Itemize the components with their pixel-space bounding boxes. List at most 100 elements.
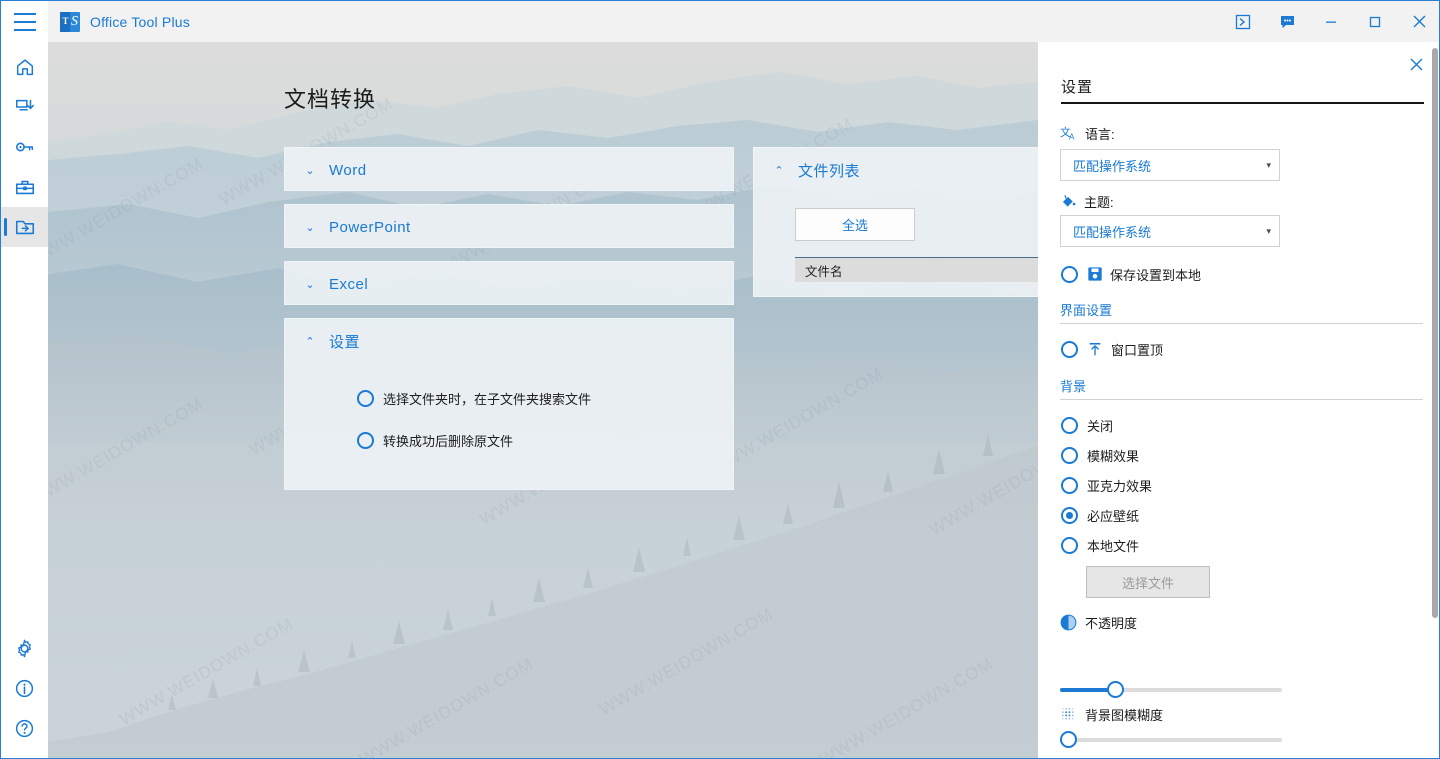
chevron-down-icon: ▾: [1266, 159, 1271, 170]
file-list-header[interactable]: ⌃ 文件列表: [754, 148, 1038, 192]
minimize-button[interactable]: [1309, 1, 1353, 42]
maximize-icon: [1369, 16, 1381, 27]
download-monitor-icon: [15, 99, 34, 111]
sidebar-item-document-convert[interactable]: [1, 207, 48, 247]
chevron-up-icon: ⌃: [774, 164, 784, 177]
background-option-bing-wallpaper[interactable]: 必应壁纸: [1061, 500, 1139, 530]
background-option-label: 关闭: [1087, 418, 1114, 434]
sidebar-item-help[interactable]: [1, 708, 48, 748]
chevron-down-icon: ⌄: [305, 164, 315, 177]
radio-icon[interactable]: [1061, 265, 1078, 283]
background-option-acrylic[interactable]: 亚克力效果: [1061, 470, 1152, 500]
section-label-settings: 设置: [329, 333, 361, 351]
menu-icon: [13, 10, 36, 34]
info-icon: [15, 679, 34, 697]
section-header-settings[interactable]: ⌃ 设置: [285, 319, 733, 363]
radio-icon[interactable]: [357, 389, 374, 407]
section-header-word[interactable]: ⌄ Word: [285, 148, 733, 192]
settings-panel: 设置 文 A 语言: 匹配操作系统 ▾ 主题: 匹配操作系统 ▾ 保存设置到本地…: [1038, 42, 1439, 758]
language-label: 语言:: [1085, 127, 1115, 142]
radio-icon[interactable]: [1061, 506, 1078, 524]
radio-icon[interactable]: [1061, 446, 1078, 464]
section-card-word[interactable]: ⌄ Word: [284, 147, 734, 191]
background-option-label: 本地文件: [1087, 538, 1140, 554]
chevron-up-icon: ⌃: [305, 335, 315, 348]
option-label: 选择文件夹时，在子文件夹搜索文件: [383, 391, 592, 407]
radio-icon[interactable]: [357, 431, 374, 449]
slider-knob[interactable]: [1060, 731, 1077, 748]
radio-icon[interactable]: [1061, 340, 1078, 358]
blur-slider[interactable]: [1060, 731, 1282, 749]
background-option-local-file[interactable]: 本地文件: [1061, 530, 1139, 560]
choose-file-button[interactable]: 选择文件: [1086, 566, 1210, 598]
select-all-label: 全选: [841, 218, 868, 233]
close-button[interactable]: [1397, 1, 1439, 42]
opacity-label: 不透明度: [1085, 616, 1138, 631]
theme-label: 主题:: [1084, 195, 1114, 210]
sidebar-item-settings[interactable]: [1, 628, 48, 668]
app-logo: T S: [60, 11, 80, 32]
menu-button[interactable]: [1, 1, 48, 42]
app-window: T S Office Tool Plus 文档转换 ⌄ Word ⌄ Power…: [0, 0, 1440, 759]
settings-body: 设置 文 A 语言: 匹配操作系统 ▾ 主题: 匹配操作系统 ▾ 保存设置到本地…: [1038, 42, 1430, 758]
choose-file-label: 选择文件: [1121, 575, 1174, 591]
language-select[interactable]: 匹配操作系统 ▾: [1060, 149, 1280, 181]
section-header-powerpoint[interactable]: ⌄ PowerPoint: [285, 205, 733, 249]
opacity-label-row: 不透明度: [1060, 613, 1137, 632]
option-label: 转换成功后删除原文件: [383, 433, 514, 449]
always-on-top-option[interactable]: 窗口置顶: [1061, 334, 1163, 364]
maximize-button[interactable]: [1353, 1, 1397, 42]
scrollbar-thumb[interactable]: [1432, 48, 1438, 618]
section-card-powerpoint[interactable]: ⌄ PowerPoint: [284, 204, 734, 248]
theme-value: 匹配操作系统: [1073, 224, 1152, 240]
background-option-off[interactable]: 关闭: [1061, 410, 1113, 440]
section-card-settings: ⌃ 设置 选择文件夹时，在子文件夹搜索文件 转换成功后删除原文件: [284, 318, 734, 490]
settings-scrollbar[interactable]: [1430, 42, 1439, 758]
svg-text:A: A: [1069, 132, 1075, 141]
background-option-blur[interactable]: 模糊效果: [1061, 440, 1139, 470]
theme-label-row: 主题:: [1060, 192, 1114, 211]
sidebar-item-deploy[interactable]: [1, 87, 48, 127]
chevron-down-icon: ⌄: [305, 221, 315, 234]
feedback-icon: [1280, 15, 1294, 28]
section-link-background[interactable]: 背景: [1060, 376, 1086, 395]
blur-label: 背景图模糊度: [1085, 708, 1164, 723]
app-title: Office Tool Plus: [90, 13, 190, 30]
close-icon: [1413, 15, 1425, 28]
always-on-top-label: 窗口置顶: [1111, 342, 1164, 358]
select-all-button[interactable]: 全选: [795, 208, 915, 241]
radio-icon[interactable]: [1061, 536, 1078, 554]
app-logo-letter-s: S: [71, 13, 78, 29]
section-header-excel[interactable]: ⌄ Excel: [285, 262, 733, 306]
paint-bucket-icon: [1060, 193, 1077, 210]
sidebar: [1, 42, 48, 758]
theme-select[interactable]: 匹配操作系统 ▾: [1060, 215, 1280, 247]
blur-icon: [1060, 706, 1077, 723]
main-content: WWW.WEIDOWN.COM WWW.WEIDOWN.COM WWW.WEID…: [48, 42, 1038, 758]
minimize-icon: [1326, 21, 1336, 23]
feedback-button[interactable]: [1265, 1, 1309, 42]
section-rule: [1060, 323, 1423, 324]
sidebar-item-activate[interactable]: [1, 127, 48, 167]
radio-icon[interactable]: [1061, 416, 1078, 434]
pin-top-icon: [1087, 341, 1103, 357]
home-icon: [16, 59, 33, 76]
sidebar-item-toolbox[interactable]: [1, 167, 48, 207]
section-label-word: Word: [329, 161, 367, 179]
slider-knob[interactable]: [1107, 681, 1125, 698]
opacity-icon: [1060, 614, 1077, 631]
option-search-subfolders[interactable]: 选择文件夹时，在子文件夹搜索文件: [357, 383, 733, 413]
blur-label-row: 背景图模糊度: [1060, 705, 1163, 724]
background-option-label: 必应壁纸: [1087, 508, 1140, 524]
option-delete-original[interactable]: 转换成功后删除原文件: [357, 425, 733, 455]
radio-icon[interactable]: [1061, 476, 1078, 494]
save-settings-local-option[interactable]: 保存设置到本地: [1061, 259, 1201, 289]
sidebar-item-home[interactable]: [1, 47, 48, 87]
sidebar-item-about[interactable]: [1, 668, 48, 708]
section-card-excel[interactable]: ⌄ Excel: [284, 261, 734, 305]
title-bar: T S Office Tool Plus: [1, 1, 1439, 42]
background-option-label: 亚克力效果: [1087, 478, 1153, 494]
console-button[interactable]: [1221, 1, 1265, 42]
section-link-ui[interactable]: 界面设置: [1060, 300, 1112, 319]
opacity-slider[interactable]: [1060, 681, 1282, 699]
